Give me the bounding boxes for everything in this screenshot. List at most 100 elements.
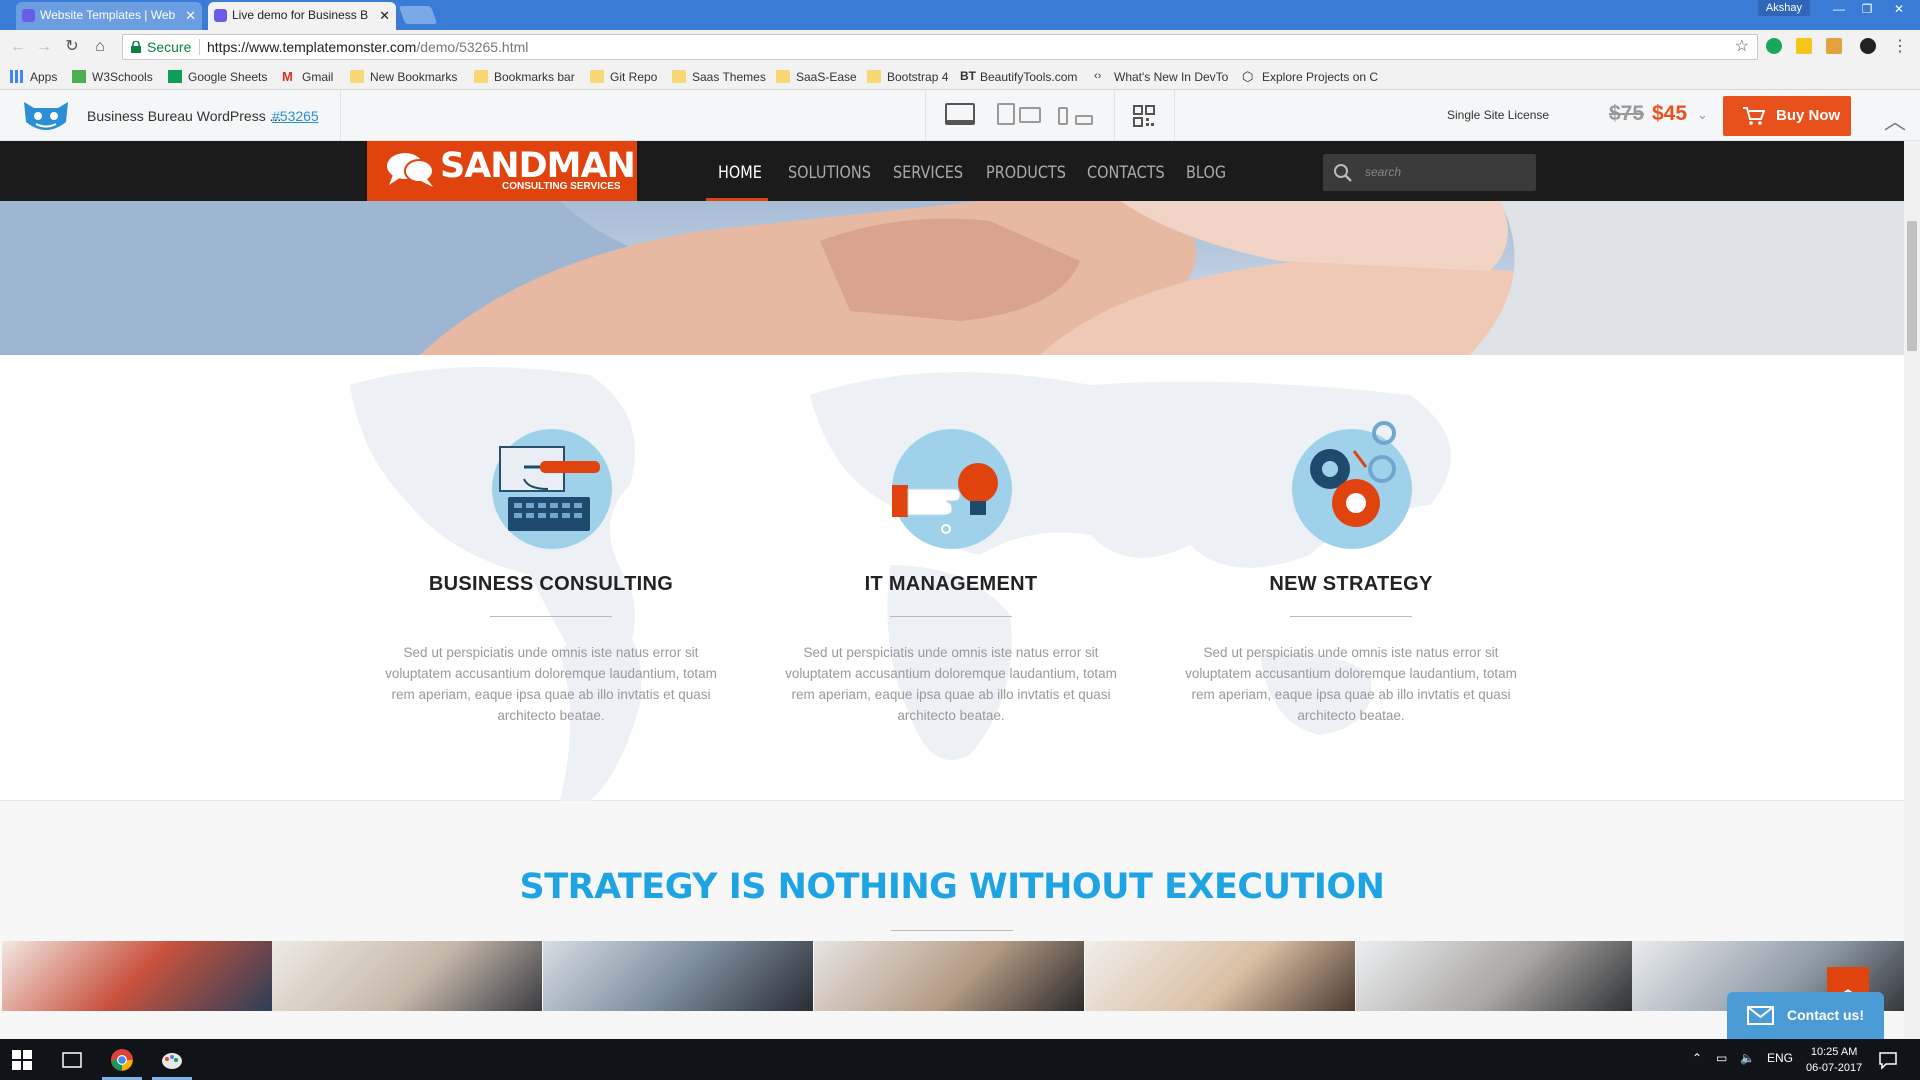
omnibox-divider [199, 39, 200, 55]
menu-contacts[interactable]: CONTACTS [1087, 163, 1165, 183]
bookmark-folder[interactable]: New Bookmarks [350, 68, 457, 86]
action-center-icon[interactable] [1878, 1050, 1898, 1070]
cart-icon [1743, 107, 1765, 125]
template-demo-page: SANDMAN CONSULTING SERVICES HOME SOLUTIO… [0, 141, 1904, 1039]
phone-landscape-view-icon[interactable] [1075, 115, 1093, 125]
chrome-icon[interactable] [110, 1048, 134, 1072]
folder-icon [672, 70, 686, 83]
menu-services[interactable]: SERVICES [893, 163, 963, 183]
desktop-view-icon[interactable] [945, 103, 975, 125]
browser-menu-icon[interactable]: ⋮ [1890, 37, 1910, 57]
bookmark-codepen[interactable]: ⬡ Explore Projects on C [1242, 68, 1378, 86]
bookmark-folder[interactable]: Bookmarks bar [474, 68, 575, 86]
paint-app-icon[interactable] [160, 1048, 184, 1072]
bookmark-devtools[interactable]: ‹› What's New In DevTo [1094, 68, 1228, 86]
back-icon[interactable]: ← [8, 37, 28, 57]
extension-dark-icon[interactable] [1860, 38, 1876, 54]
service-divider [1290, 616, 1412, 617]
bookmark-google-sheets[interactable]: Google Sheets [168, 68, 267, 86]
license-label[interactable]: Single Site License [1447, 108, 1549, 122]
tablet-landscape-view-icon[interactable] [1019, 107, 1041, 123]
menu-solutions[interactable]: SOLUTIONS [788, 163, 871, 183]
windows-start-icon[interactable] [12, 1050, 32, 1070]
gears-icon [1310, 421, 1396, 527]
team-photo [1356, 941, 1632, 1011]
bookmark-label: What's New In DevTo [1114, 70, 1228, 84]
services-section: BUSINESS CONSULTING Sed ut perspiciatis … [0, 355, 1904, 801]
menu-products[interactable]: PRODUCTS [986, 163, 1066, 183]
forward-icon[interactable]: → [34, 37, 54, 57]
team-photo [272, 941, 542, 1011]
extension-green-icon[interactable] [1766, 38, 1782, 54]
bookmark-folder[interactable]: Git Repo [590, 68, 657, 86]
browser-tab-active[interactable]: Live demo for Business B ✕ [208, 2, 396, 30]
bookmark-label: W3Schools [92, 70, 153, 84]
sheets-icon [168, 70, 182, 83]
service-description: Sed ut perspiciatis unde omnis iste natu… [385, 645, 717, 723]
site-search-field[interactable]: search [1323, 154, 1536, 191]
task-view-icon[interactable] [60, 1048, 84, 1072]
bookmark-star-icon[interactable]: ☆ [1735, 35, 1749, 59]
bookmark-apps[interactable]: Apps [10, 68, 57, 86]
close-window-icon[interactable]: ✕ [1884, 0, 1914, 18]
service-title: BUSINESS CONSULTING [428, 573, 674, 595]
chevron-down-icon[interactable]: ⌄ [1697, 107, 1708, 123]
bookmark-beautifytools[interactable]: BT BeautifyTools.com [960, 68, 1077, 86]
beautifytools-icon: BT [960, 69, 976, 83]
minimize-icon[interactable]: — [1826, 0, 1852, 18]
bookmark-w3schools[interactable]: W3Schools [72, 68, 153, 86]
scrollbar-thumb[interactable] [1907, 221, 1917, 351]
extension-flag-icon[interactable] [1826, 38, 1842, 54]
secure-label: Secure [147, 39, 192, 55]
profile-name[interactable]: Akshay [1757, 0, 1810, 16]
tablet-portrait-view-icon[interactable] [997, 103, 1015, 125]
bookmark-folder[interactable]: Bootstrap 4 [867, 68, 948, 86]
bookmark-label: Gmail [302, 70, 334, 84]
bookmark-folder[interactable]: SaaS-Ease [776, 68, 857, 86]
url-path: /demo/53265.html [416, 39, 529, 55]
contact-us-button[interactable]: Contact us! [1727, 992, 1884, 1039]
new-tab-button[interactable] [398, 6, 438, 24]
laptop-pen-icon [499, 446, 600, 531]
page-scrollbar[interactable] [1904, 141, 1920, 1039]
home-icon[interactable]: ⌂ [90, 37, 110, 57]
buy-now-label: Buy Now [1776, 107, 1841, 124]
browser-tab-bar: Website Templates | Web ✕ Live demo for … [0, 0, 1920, 30]
clock-time: 10:25 AM [1810, 1046, 1858, 1058]
close-tab-icon[interactable]: ✕ [185, 2, 196, 29]
qr-code-icon[interactable] [1133, 105, 1155, 127]
bookmark-label: Google Sheets [188, 70, 268, 84]
folder-icon [590, 70, 604, 83]
collapse-bar-icon[interactable]: ︿ [1884, 104, 1906, 136]
bookmark-folder[interactable]: Saas Themes [672, 68, 766, 86]
close-tab-icon[interactable]: ✕ [379, 2, 390, 29]
restore-icon[interactable]: ❐ [1854, 0, 1880, 18]
bookmark-gmail[interactable]: M Gmail [282, 68, 333, 86]
bookmark-label: Explore Projects on C [1262, 70, 1378, 84]
url-text: https://www.templatemonster.com/demo/532… [207, 35, 528, 59]
templatemonster-logo-icon[interactable] [20, 96, 72, 136]
show-hidden-icons-icon[interactable]: ⌃ [1692, 1051, 1702, 1065]
extension-star-icon[interactable] [1796, 38, 1812, 54]
service-title: IT MANAGEMENT [864, 573, 1038, 595]
address-bar[interactable]: Secure https://www.templatemonster.com/d… [122, 34, 1758, 60]
phone-portrait-view-icon[interactable] [1058, 107, 1068, 125]
strategy-section: STRATEGY IS NOTHING WITHOUT EXECUTION [0, 801, 1904, 1039]
search-placeholder: search [1365, 165, 1402, 179]
menu-blog[interactable]: BLOG [1186, 163, 1226, 183]
volume-muted-icon[interactable]: 🔈 [1740, 1051, 1755, 1065]
network-icon[interactable]: ▭ [1716, 1051, 1727, 1065]
reload-icon[interactable]: ↻ [62, 37, 82, 57]
input-language[interactable]: ENG [1767, 1051, 1793, 1065]
bookmark-label: Bootstrap 4 [887, 70, 949, 84]
browser-tab[interactable]: Website Templates | Web ✕ [16, 2, 202, 30]
menu-home[interactable]: HOME [718, 163, 762, 183]
folder-icon [474, 70, 488, 83]
bookmark-label: Git Repo [610, 70, 658, 84]
devtools-icon: ‹› [1094, 70, 1102, 82]
tab-title: Live demo for Business B [232, 8, 369, 22]
template-id-link[interactable]: #53265 [272, 108, 319, 124]
taskbar-clock[interactable]: 10:25 AM 06-07-2017 [1806, 1044, 1862, 1076]
site-logo[interactable]: SANDMAN CONSULTING SERVICES [367, 141, 637, 201]
buy-now-button[interactable]: Buy Now [1723, 96, 1851, 136]
